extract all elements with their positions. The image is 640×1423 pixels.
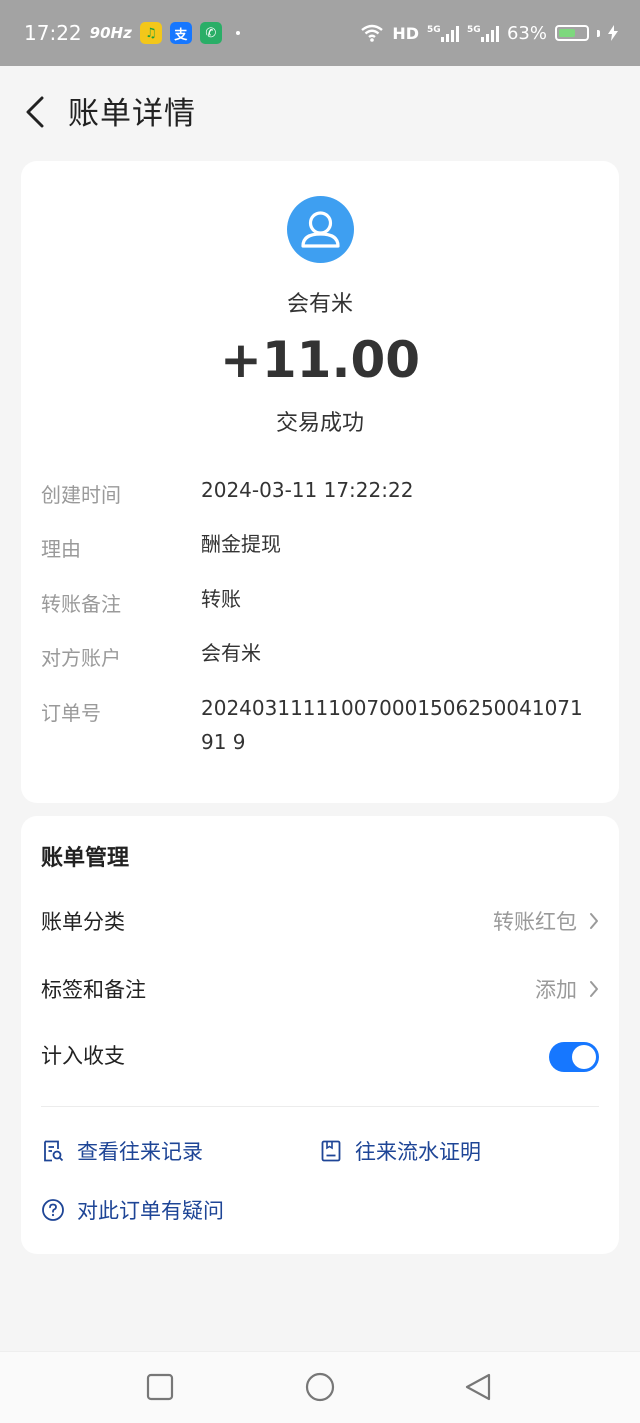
count-in-budget-label: 计入收支 — [41, 1044, 125, 1068]
battery-tip — [597, 29, 600, 37]
svg-text:5G: 5G — [427, 25, 441, 35]
detail-value: 会有米 — [201, 641, 261, 665]
count-in-budget-row: 计入收支 — [41, 1034, 599, 1074]
order-question-link[interactable]: 对此订单有疑问 — [41, 1195, 224, 1225]
detail-value: 酬金提现 — [201, 532, 281, 556]
divider — [41, 1106, 599, 1107]
transaction-proof-link[interactable]: 往来流水证明 — [319, 1136, 481, 1166]
tags-notes-row[interactable]: 标签和备注 添加 — [41, 968, 599, 1008]
home-icon[interactable] — [304, 1372, 336, 1404]
search-record-icon — [44, 1140, 64, 1162]
battery-icon — [555, 25, 589, 41]
status-bar: 17:22 90Hz ♫ 支 ✆ HD 5G 5G 63% — [0, 0, 640, 66]
toggle-knob — [572, 1045, 596, 1069]
refresh-rate: 90Hz — [89, 24, 132, 42]
tags-notes-value: 添加 — [535, 978, 577, 1002]
detail-value: 2024-03-11 17:22:22 — [201, 478, 414, 502]
order-question-label: 对此订单有疑问 — [77, 1199, 224, 1223]
bill-management-card: 账单管理 账单分类 转账红包 标签和备注 添加 计入收支 查看往来记录 往来流水… — [21, 816, 619, 1254]
signal-5g-icon: 5G — [467, 25, 499, 42]
view-history-label: 查看往来记录 — [77, 1140, 203, 1164]
chevron-right-icon — [590, 981, 598, 997]
question-circle-icon — [42, 1199, 64, 1221]
signal-5g-icon: 5G — [427, 25, 459, 42]
transaction-amount: +11.00 — [219, 331, 421, 389]
order-number-value[interactable]: 20240311111007000150625004107191 9 — [201, 691, 593, 759]
battery-percent: 63% — [506, 22, 547, 44]
bill-category-value: 转账红包 — [493, 910, 577, 934]
chevron-left-icon[interactable] — [22, 94, 50, 130]
count-in-budget-toggle[interactable] — [549, 1042, 599, 1072]
section-title: 账单管理 — [41, 846, 130, 871]
wifi-icon — [361, 24, 384, 42]
system-nav-bar — [0, 1351, 640, 1423]
bill-category-label: 账单分类 — [41, 910, 125, 934]
network-type: HD — [392, 23, 419, 43]
wechat-icon: ✆ — [199, 22, 222, 44]
view-history-link[interactable]: 查看往来记录 — [41, 1136, 203, 1166]
page-title: 账单详情 — [68, 96, 196, 132]
notification-dot — [235, 31, 240, 35]
detail-label: 订单号 — [41, 701, 101, 725]
alipay-icon: 支 — [169, 22, 192, 44]
chevron-right-icon — [590, 913, 598, 929]
status-time: 17:22 — [24, 21, 82, 45]
user-avatar-icon[interactable] — [287, 196, 354, 263]
detail-label: 转账备注 — [41, 592, 121, 616]
back-icon[interactable] — [463, 1372, 493, 1404]
transaction-status: 交易成功 — [275, 411, 364, 436]
svg-text:5G: 5G — [467, 25, 481, 35]
page-header: 账单详情 — [0, 66, 640, 150]
tags-notes-label: 标签和备注 — [41, 978, 146, 1002]
document-icon — [321, 1140, 341, 1162]
detail-value: 转账 — [201, 587, 241, 611]
payee-name: 会有米 — [286, 292, 353, 317]
detail-label: 理由 — [41, 537, 81, 561]
charging-icon — [608, 25, 618, 41]
recent-apps-icon[interactable] — [146, 1372, 174, 1402]
qq-music-icon: ♫ — [139, 22, 162, 44]
transaction-card: 会有米 +11.00 交易成功 创建时间 2024-03-11 17:22:22… — [21, 161, 619, 803]
detail-label: 创建时间 — [41, 483, 121, 507]
bill-category-row[interactable]: 账单分类 转账红包 — [41, 900, 599, 940]
detail-label: 对方账户 — [41, 646, 121, 670]
transaction-proof-label: 往来流水证明 — [355, 1140, 481, 1164]
